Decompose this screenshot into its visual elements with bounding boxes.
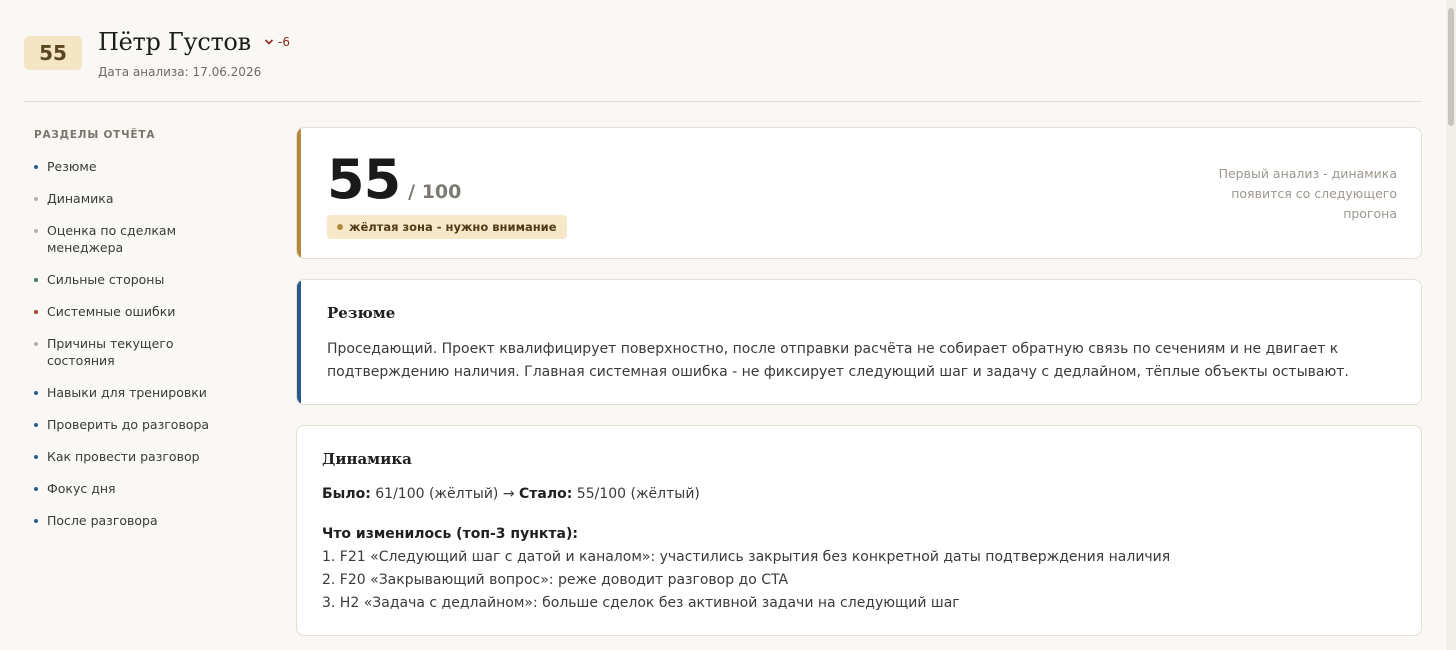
trend-value: -6 — [278, 35, 290, 49]
summary-card: Резюме Проседающий. Проект квалифицирует… — [296, 279, 1422, 405]
bullet-icon — [34, 342, 38, 346]
sidebar-item-label: Оценка по сделкам менеджера — [47, 223, 177, 255]
change-item: 2. F20 «Закрывающий вопрос»: реже доводи… — [322, 572, 789, 588]
score-trend: -6 — [264, 35, 290, 49]
sidebar-item-label: Как провести разговор — [47, 449, 200, 464]
score-card: 55 / 100 жёлтая зона - нужно внимание Пе… — [296, 127, 1422, 259]
chevron-down-icon — [264, 39, 274, 45]
score-badge: 55 — [24, 36, 82, 70]
sidebar-item[interactable]: Навыки для тренировки — [34, 384, 214, 401]
bullet-icon — [34, 519, 38, 523]
report-page: 55 Пётр Густов -6 Дата анализа: 17.06.20… — [0, 0, 1456, 650]
analysis-date: Дата анализа: 17.06.2026 — [98, 65, 262, 79]
sidebar-item[interactable]: Системные ошибки — [34, 303, 214, 320]
scrollbar-thumb[interactable] — [1448, 8, 1454, 126]
sidebar-item-label: Динамика — [47, 191, 114, 206]
sidebar-item-label: Фокус дня — [47, 481, 116, 496]
summary-title: Резюме — [327, 304, 396, 322]
zone-badge: жёлтая зона - нужно внимание — [327, 215, 567, 239]
changes-title: Что изменилось (топ-3 пункта): — [322, 526, 578, 542]
big-score: 55 / 100 — [327, 148, 461, 212]
now-value: 55/100 (жёлтый) — [576, 486, 700, 502]
dynamics-card: Динамика Было: 61/100 (жёлтый) → Стало: … — [296, 425, 1422, 636]
sections-sidebar: РАЗДЕЛЫ ОТЧЁТА Резюме Динамика Оценка по с… — [34, 129, 234, 529]
was-value: 61/100 (жёлтый) → — [375, 486, 515, 502]
sidebar-item[interactable]: Сильные стороны — [34, 271, 214, 288]
zone-dot-icon — [337, 224, 343, 230]
bullet-icon — [34, 229, 38, 233]
bullet-icon — [34, 487, 38, 491]
bullet-icon — [34, 423, 38, 427]
sidebar-item[interactable]: Оценка по сделкам менеджера — [34, 222, 214, 256]
sidebar-item-label: Системные ошибки — [47, 304, 176, 319]
sidebar-item-label: Сильные стороны — [47, 272, 165, 287]
dynamics-was-now: Было: 61/100 (жёлтый) → Стало: 55/100 (ж… — [322, 483, 700, 506]
sidebar-item[interactable]: Фокус дня — [34, 480, 214, 497]
sidebar-item[interactable]: Резюме — [34, 158, 214, 175]
scrollbar-track[interactable] — [1446, 0, 1456, 650]
sections-nav: Резюме Динамика Оценка по сделкам менеджер… — [34, 158, 234, 529]
summary-text: Проседающий. Проект квалифицирует поверх… — [327, 341, 1349, 380]
report-header: 55 Пётр Густов -6 Дата анализа: 17.06.20… — [24, 28, 1422, 102]
score-card-accent — [297, 128, 301, 258]
sidebar-item-label: Навыки для тренировки — [47, 385, 207, 400]
bullet-icon — [34, 310, 38, 314]
sidebar-item[interactable]: Проверить до разговора — [34, 416, 214, 433]
was-label: Было: — [322, 486, 371, 502]
sidebar-item-label: Резюме — [47, 159, 97, 174]
score-value: 55 — [327, 148, 401, 211]
bullet-icon — [34, 197, 38, 201]
sidebar-item[interactable]: Динамика — [34, 190, 214, 207]
sidebar-item-label: Проверить до разговора — [47, 417, 210, 432]
change-item: 3. H2 «Задача с дедлайном»: больше сдело… — [322, 595, 960, 611]
summary-card-accent — [297, 280, 301, 404]
change-item: 1. F21 «Следующий шаг с датой и каналом»… — [322, 549, 1171, 565]
sidebar-item[interactable]: После разговора — [34, 512, 214, 529]
zone-label: жёлтая зона - нужно внимание — [349, 220, 557, 234]
manager-name: Пётр Густов — [98, 28, 251, 56]
score-max: / 100 — [408, 181, 462, 203]
first-analysis-note: Первый анализ - динамика появится со сле… — [1218, 166, 1397, 221]
sidebar-item[interactable]: Причины текущего состояния — [34, 335, 214, 369]
dynamics-title: Динамика — [322, 450, 412, 468]
changes-list: 1. F21 «Следующий шаг с датой и каналом»… — [322, 546, 1402, 615]
sidebar-item-label: Причины текущего состояния — [47, 336, 174, 368]
bullet-icon — [34, 165, 38, 169]
bullet-icon — [34, 391, 38, 395]
bullet-icon — [34, 278, 38, 282]
sidebar-item-label: После разговора — [47, 513, 158, 528]
sidebar-title: РАЗДЕЛЫ ОТЧЁТА — [34, 129, 156, 141]
bullet-icon — [34, 455, 38, 459]
now-label: Стало: — [519, 486, 573, 502]
sidebar-item[interactable]: Как провести разговор — [34, 448, 214, 465]
